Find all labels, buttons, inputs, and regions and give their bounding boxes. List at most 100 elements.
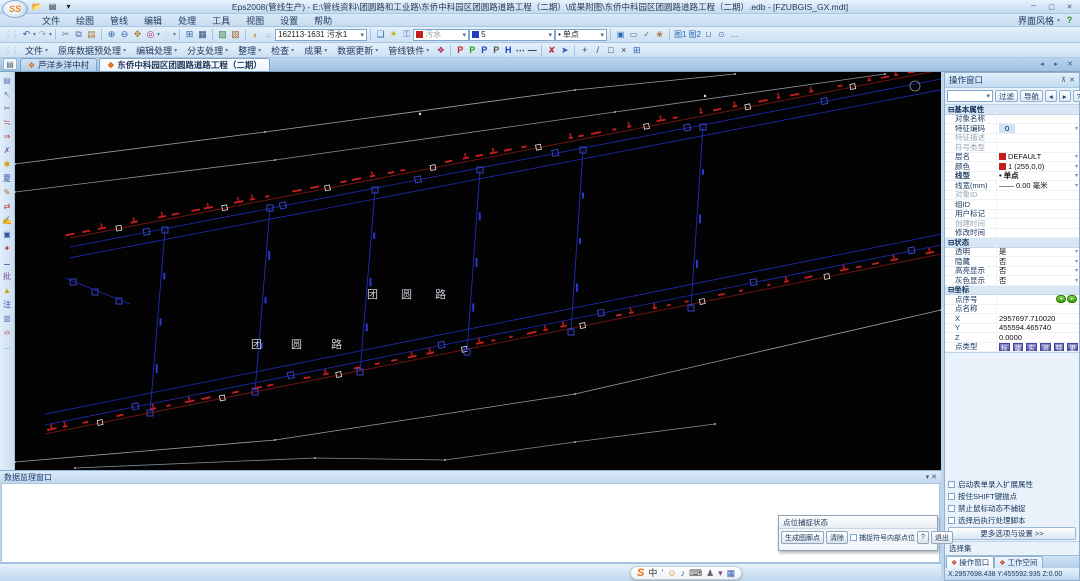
operation-panel-close-icon[interactable]: ✕	[1069, 76, 1075, 84]
prev-object-button[interactable]: ◂	[1045, 90, 1057, 102]
panel-chevron-down-icon[interactable]: ▾	[926, 473, 930, 481]
navigate-button[interactable]: 导航	[1020, 90, 1043, 102]
mic-icon[interactable]: ♪	[681, 568, 686, 578]
menu-item-7[interactable]: 设置	[272, 14, 306, 26]
pipeline-menu-4[interactable]: 整理 ▾	[233, 43, 266, 57]
document-tab-0[interactable]: ❖ 芦洋乡洋中村	[20, 58, 98, 71]
bulb-icon[interactable]: ☀	[387, 28, 400, 41]
generate-map-corner-points-button[interactable]: 生成图廓点	[781, 531, 824, 544]
property-value[interactable]: 2957697.710020	[997, 314, 1079, 323]
layers-icon[interactable]: ❏	[374, 28, 387, 41]
row-chevron-down-icon[interactable]: ▾	[1075, 172, 1079, 179]
property-value[interactable]: ◂ ▸	[997, 295, 1079, 304]
row-chevron-down-icon[interactable]: ▾	[1075, 277, 1079, 284]
next-object-button[interactable]: ▸	[1058, 90, 1071, 102]
row-chevron-down-icon[interactable]: ▾	[1075, 267, 1079, 274]
person-icon[interactable]: ♟	[706, 568, 714, 578]
row-chevron-down-icon[interactable]: ▾	[1075, 258, 1079, 265]
property-value[interactable]: 0 ▾	[997, 123, 1079, 133]
asp-tool-icon[interactable]: ፨	[1, 326, 14, 339]
p-green-icon[interactable]: P	[466, 45, 478, 55]
menu-item-8[interactable]: 帮助	[306, 14, 340, 26]
select-icon[interactable]: ↖	[1, 88, 14, 101]
cut-tool-icon[interactable]: ✂	[1, 102, 14, 115]
pipeline-menu-1[interactable]: 原库数据预处理 ▾	[53, 43, 131, 57]
document-tab-1[interactable]: ❖ 东侨中科园区团圆路道路工程（二期）	[99, 58, 270, 71]
property-value[interactable]: 0.0000	[997, 333, 1079, 342]
zoom-extent-icon[interactable]: ◎	[144, 28, 157, 41]
dsh-tool-icon[interactable]: ⇒	[1, 130, 14, 143]
dash-icon[interactable]: —	[526, 45, 538, 55]
point-tool-icon[interactable]: +	[578, 44, 591, 57]
menu-item-4[interactable]: 处理	[170, 14, 204, 26]
attach-icon[interactable]: ⊔	[702, 28, 715, 41]
pan-icon[interactable]: ✥	[131, 28, 144, 41]
app-logo-button[interactable]: SS	[2, 0, 28, 18]
cad-drawing[interactable]: 团 圆 路团 圆 路	[15, 72, 941, 470]
property-value[interactable]: DEFAULT ▾	[997, 152, 1079, 161]
new-doc-icon[interactable]: ▤	[1, 74, 14, 87]
profile-combo[interactable]: 162113-1631 污水1 ▾	[275, 28, 368, 41]
property-value[interactable]: 标建实测特更	[997, 342, 1079, 351]
copy-tool-icon[interactable]: 夏	[1, 172, 14, 185]
point-type-button-1[interactable]: 建	[1012, 342, 1024, 351]
brush-icon[interactable]: ❖	[434, 44, 447, 57]
lock-icon[interactable]: ▣	[614, 28, 627, 41]
maximize-button[interactable]: ▢	[1043, 1, 1060, 12]
help-icon[interactable]: ?	[1063, 14, 1076, 27]
clear-button[interactable]: 清除	[826, 531, 848, 544]
erase-tool-icon[interactable]: ×	[617, 44, 630, 57]
interface-style-label[interactable]: 界面风格	[1018, 14, 1054, 27]
pat-tool-icon[interactable]: ≒	[1, 116, 14, 129]
panel-close-icon[interactable]: ✕	[931, 473, 937, 481]
h-blue-icon[interactable]: H	[502, 45, 514, 55]
zoom-prev-icon-chevron[interactable]: ▾	[173, 31, 176, 38]
grid-window-icon[interactable]: ⊞	[183, 28, 196, 41]
checkbox-0[interactable]	[948, 480, 955, 488]
panel-tab-0[interactable]: ❖ 操作窗口	[946, 556, 995, 568]
checkbox-3[interactable]	[948, 516, 955, 524]
ellipsis-tool-icon[interactable]: …	[1, 340, 14, 353]
style-chevron-down-icon[interactable]: ▾	[1057, 17, 1060, 24]
close-button[interactable]: ✕	[1061, 1, 1078, 12]
point-type-button-2[interactable]: 实	[1026, 342, 1038, 351]
pipeline-menu-7[interactable]: 数据更新 ▾	[332, 43, 383, 57]
more-icon[interactable]: …	[728, 28, 741, 41]
menu-item-1[interactable]: 绘图	[68, 14, 102, 26]
highlight-icon[interactable]: ◐	[249, 28, 262, 41]
cut-icon[interactable]: ✂	[59, 28, 72, 41]
emoji-icon[interactable]: ☺	[667, 568, 676, 578]
panel-pin-icon[interactable]: ⊼	[1061, 76, 1066, 84]
move-tool-icon[interactable]: ⚊	[1, 256, 14, 269]
filter-button[interactable]: 过滤	[995, 90, 1018, 102]
pipeline-menu-0[interactable]: 文件 ▾	[20, 43, 53, 57]
rect-tool-icon[interactable]: □	[604, 44, 617, 57]
menu-item-3[interactable]: 编辑	[136, 14, 170, 26]
snap-inner-points-checkbox[interactable]	[850, 534, 857, 541]
star-tool-icon[interactable]: ✱	[1, 158, 14, 171]
flower-icon[interactable]: ❀	[653, 28, 666, 41]
row-chevron-down-icon[interactable]: ▾	[1075, 248, 1079, 255]
globe-icon[interactable]: ⊙	[715, 28, 728, 41]
snap-help-button[interactable]: ?	[917, 531, 929, 544]
skin-icon[interactable]: ▾	[718, 568, 723, 578]
grid-table-icon[interactable]: ▦	[196, 28, 209, 41]
point-next-button[interactable]: ▸	[1067, 295, 1077, 304]
note-tool-icon[interactable]: 注	[1, 298, 14, 311]
exit-button[interactable]: 退出	[930, 531, 953, 544]
point-type-button-4[interactable]: 特	[1053, 342, 1065, 351]
row-chevron-down-icon[interactable]: ▾	[1075, 163, 1079, 170]
property-value[interactable]: 否 ▾	[997, 275, 1079, 286]
grid-tool-icon[interactable]: ⊞	[630, 44, 643, 57]
menu-item-2[interactable]: 管线	[102, 14, 136, 26]
checkbox-1[interactable]	[948, 492, 955, 500]
pen-tool-icon[interactable]: ✎	[1, 186, 14, 199]
punctuation-icon[interactable]: ’	[661, 568, 663, 578]
circle-icon[interactable]: ○	[262, 28, 275, 41]
undo-icon[interactable]: ↶	[20, 28, 33, 41]
layer-combo[interactable]: 污水 ▾	[413, 28, 470, 41]
map1-icon[interactable]: 图1	[673, 28, 687, 41]
measure-tool-icon[interactable]: ⇄	[1, 200, 14, 213]
triangle-tool-icon[interactable]: ▲	[1, 284, 14, 297]
monitor-icon[interactable]: ▭	[627, 28, 640, 41]
